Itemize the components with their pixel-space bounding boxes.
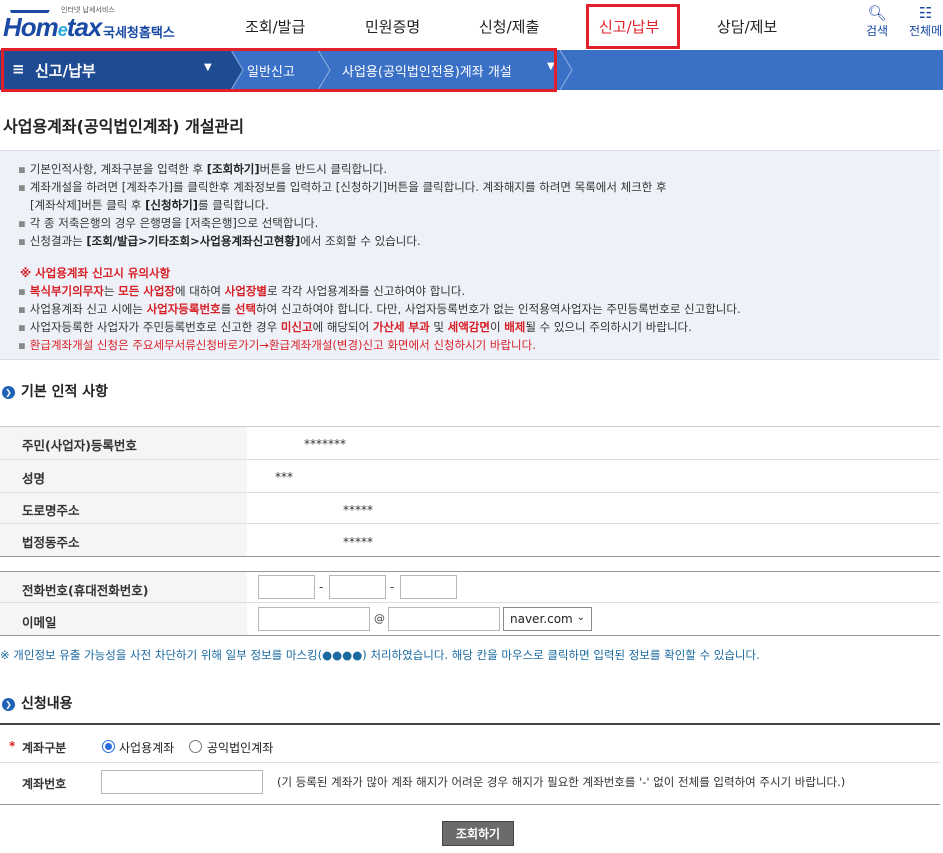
warning-title: ※ 사업용계좌 신고시 유의사항 [20, 266, 171, 280]
row-divider [0, 762, 940, 763]
guide-line: ▪ 각 종 저축은행의 경우 은행명을 [저축은행]으로 선택합니다. [18, 216, 319, 230]
highlight-box-breadcrumb [1, 48, 557, 92]
inquiry-button[interactable]: 조회하기 [442, 821, 514, 846]
search-label: 검색 [866, 24, 889, 38]
section-title-basic: ❯ 기본 인적 사항 [2, 381, 108, 401]
logo-korean-name: 국세청홈택스 [103, 26, 175, 41]
grid-icon: ☷ [918, 4, 933, 22]
account-number-field[interactable] [101, 770, 263, 794]
email-id-field[interactable] [258, 607, 370, 631]
required-mark: * [9, 739, 16, 753]
masking-notice: ※ 개인정보 유출 가능성을 사전 차단하기 위해 일부 정보를 마스킹(●●●… [0, 648, 760, 662]
warning-line: ▪ 복식부기의무자는 모든 사업장에 대하여 사업장별로 각각 사업용계좌를 신고… [18, 284, 466, 298]
nav-application[interactable]: 신청/제출 [479, 16, 539, 37]
phone-field-2[interactable] [329, 575, 386, 599]
row-header: 법정동주소 [0, 524, 247, 556]
breadcrumb-separator-icon [560, 50, 573, 90]
account-number-hint: (기 등록된 계좌가 많아 계좌 해지가 어려운 경우 해지가 필요한 계좌번호… [277, 775, 846, 789]
section-bullet-icon: ❯ [2, 698, 15, 711]
phone-field-3[interactable] [400, 575, 457, 599]
guide-box: ▪ 기본인적사항, 계좌구분을 입력한 후 [조회하기]버튼을 반드시 클릭합니다… [0, 150, 940, 360]
chevron-down-icon: ⌄ [576, 612, 585, 623]
top-header: 인터넷 납세서비스 Hometax 국세청홈택스 조회/발급 민원증명 신청/제… [0, 0, 943, 50]
radio-public-account-label[interactable]: 공익법인계좌 [207, 739, 273, 756]
road-address-value[interactable]: ***** [343, 503, 373, 517]
section-bullet-icon: ❯ [2, 386, 15, 399]
table-border [0, 804, 940, 805]
guide-line: [계좌삭제]버튼 클릭 후 [신청하기]를 클릭합니다. [30, 198, 269, 212]
highlight-box-nav [586, 4, 680, 49]
row-header: 주민(사업자)등록번호 [0, 427, 247, 459]
phone-field-1[interactable] [258, 575, 315, 599]
row-header: 성명 [0, 460, 247, 492]
guide-line: ▪ 기본인적사항, 계좌구분을 입력한 후 [조회하기]버튼을 반드시 클릭합니다… [18, 162, 387, 176]
hometax-logo[interactable]: 인터넷 납세서비스 Hometax 국세청홈택스 [3, 4, 193, 46]
nav-consult[interactable]: 상담/제보 [717, 16, 777, 37]
table-border [0, 556, 940, 557]
search-button[interactable]: 🔍︎ 검색 [866, 4, 888, 39]
lot-address-value[interactable]: ***** [343, 535, 373, 549]
nav-inquiry[interactable]: 조회/발급 [245, 16, 305, 37]
table-border [0, 635, 940, 636]
email-domain-select[interactable]: naver.com ⌄ [503, 607, 592, 631]
logo-brand: Hometax [3, 12, 102, 42]
warning-line-refund: ▪ 환급계좌개설 신청은 주요세무서류신청바로가기→환급계좌개설(변경)신고 화면… [18, 338, 536, 352]
guide-line: ▪ 신청결과는 [조회/발급>기타조회>사업용계좌신고현황]에서 조회할 수 있습… [18, 234, 421, 248]
name-value[interactable]: *** [275, 470, 293, 484]
all-menu-button[interactable]: ☷ 전체메 [909, 4, 942, 39]
page-title: 사업용계좌(공익법인계좌) 개설관리 [3, 117, 244, 136]
nav-certificate[interactable]: 민원증명 [365, 16, 420, 37]
row-header: 도로명주소 [0, 493, 247, 523]
account-type-label: 계좌구분 [22, 741, 67, 755]
section-title-apply: ❯ 신청내용 [2, 693, 73, 713]
email-at-sign: @ [374, 612, 385, 625]
radio-public-account[interactable] [189, 740, 202, 753]
guide-line: ▪ 계좌개설을 하려면 [계좌추가]를 클릭한후 계좌정보를 입력하고 [신청하기… [18, 180, 667, 194]
table-border [0, 723, 940, 725]
phone-dash: - [390, 580, 395, 594]
warning-line: ▪ 사업자등록한 사업자가 주민등록번호로 신고한 경우 미신고에 해당되어 가산… [18, 320, 692, 334]
radio-business-account[interactable] [102, 740, 115, 753]
row-header: 전화번호(휴대전화번호) [0, 572, 247, 602]
phone-dash: - [319, 580, 324, 594]
reg-number-value[interactable]: ******* [304, 437, 346, 451]
radio-business-account-label[interactable]: 사업용계좌 [119, 739, 174, 756]
all-menu-label: 전체메 [909, 24, 943, 38]
email-domain-field[interactable] [388, 607, 500, 631]
search-icon: 🔍︎ [867, 4, 887, 22]
row-header: 이메일 [0, 603, 247, 635]
account-number-label: 계좌번호 [22, 777, 67, 791]
warning-line: ▪ 사업용계좌 신고 시에는 사업자등록번호를 선택하여 신고하여야 합니다. 다… [18, 302, 741, 316]
